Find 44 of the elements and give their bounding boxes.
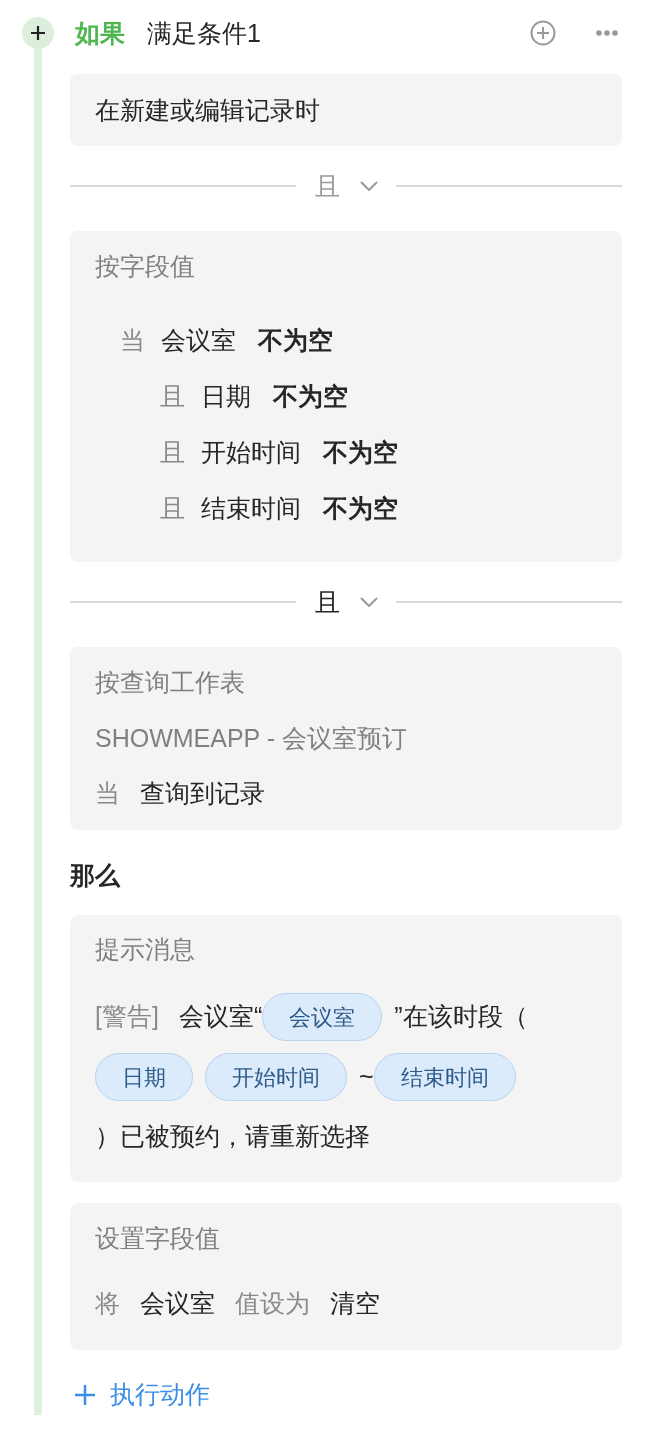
worksheet-name: SHOWMEAPP - 会议室预订 <box>95 723 409 754</box>
message-text: ”在该时段（ <box>394 1001 528 1033</box>
add-step-icon[interactable] <box>22 17 54 49</box>
card-title: 按字段值 <box>95 251 196 282</box>
condition-operator: 不为空 <box>273 381 348 413</box>
condition-operator: 不为空 <box>258 325 333 357</box>
query-condition: 查询到记录 <box>140 778 265 810</box>
logic-keyword: 当 <box>95 778 120 810</box>
field-label: 将 <box>95 1288 120 1320</box>
card-title: 提示消息 <box>95 934 196 965</box>
field-label: 值设为 <box>235 1288 310 1320</box>
field-name: 结束时间 <box>201 493 301 525</box>
condition-operator: 不为空 <box>323 493 398 525</box>
message-text: ~ <box>359 1061 374 1093</box>
card-title: 设置字段值 <box>95 1223 221 1254</box>
message-label: [警告] <box>95 1001 159 1033</box>
field-name: 开始时间 <box>201 437 301 469</box>
field-name: 日期 <box>201 381 251 413</box>
if-keyword: 如果 <box>75 18 125 49</box>
more-icon[interactable] <box>596 30 618 36</box>
logic-keyword: 且 <box>160 381 185 413</box>
field-tag: 结束时间 <box>373 1053 516 1101</box>
logic-keyword: 当 <box>120 325 145 357</box>
logic-keyword: 且 <box>160 437 185 469</box>
chevron-down-icon <box>359 597 378 607</box>
condition-operator: 不为空 <box>323 437 398 469</box>
field-value: 清空 <box>330 1288 380 1320</box>
message-text: 会议室“ <box>178 1001 263 1033</box>
add-icon[interactable] <box>530 20 556 46</box>
field-name: 会议室 <box>161 325 236 357</box>
trigger-text: 在新建或编辑记录时 <box>95 96 320 124</box>
field-tag: 开始时间 <box>205 1053 347 1101</box>
chevron-down-icon <box>359 181 378 191</box>
field-tag: 日期 <box>95 1053 193 1101</box>
card-title: 按查询工作表 <box>95 667 246 698</box>
plus-icon <box>75 1385 95 1405</box>
condition-title: 满足条件1 <box>147 18 261 49</box>
logic-keyword: 且 <box>160 493 185 525</box>
message-text: ）已被预约，请重新选择 <box>95 1121 370 1153</box>
field-tag: 会议室 <box>262 993 383 1041</box>
logic-dropdown[interactable]: 且 <box>296 586 396 618</box>
then-heading: 那么 <box>70 860 122 892</box>
add-action-button[interactable]: 执行动作 <box>75 1367 210 1423</box>
field-name: 会议室 <box>140 1288 215 1320</box>
